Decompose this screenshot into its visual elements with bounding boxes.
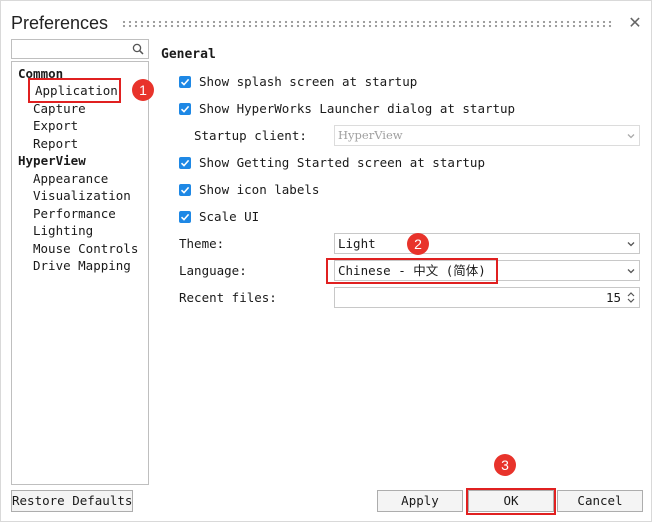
checkbox-checked-icon[interactable] (179, 184, 191, 196)
tree-item-visualization[interactable]: Visualization (33, 187, 131, 204)
annotation-box-application (28, 78, 121, 103)
spin-arrows-icon[interactable] (626, 290, 636, 305)
category-tree[interactable]: Common Application Capture Export Report… (11, 61, 149, 485)
checkbox-checked-icon[interactable] (179, 157, 191, 169)
title-bar[interactable]: Preferences ✕ (1, 1, 651, 41)
chevron-down-icon (627, 242, 635, 247)
tree-item-mouse-controls[interactable]: Mouse Controls (33, 240, 138, 257)
restore-defaults-button[interactable]: Restore Defaults (11, 490, 133, 512)
chevron-down-icon (627, 134, 635, 139)
annotation-badge-2: 2 (407, 233, 429, 255)
recent-files-label: Recent files: (179, 290, 277, 305)
theme-value: Light (338, 236, 376, 251)
language-label: Language: (179, 263, 247, 278)
check-label: Show splash screen at startup (199, 74, 418, 89)
search-icon[interactable] (131, 42, 145, 56)
apply-button[interactable]: Apply (377, 490, 463, 512)
startup-client-label: Startup client: (194, 128, 307, 143)
tree-group-hyperview[interactable]: HyperView (18, 152, 86, 169)
tree-item-drive-mapping[interactable]: Drive Mapping (33, 257, 131, 274)
startup-client-value: HyperView (338, 128, 403, 142)
annotation-badge-1: 1 (132, 79, 154, 101)
tree-item-export[interactable]: Export (33, 117, 78, 134)
recent-files-value: 15 (605, 290, 621, 305)
checkbox-checked-icon[interactable] (179, 76, 191, 88)
check-label: Scale UI (199, 209, 260, 224)
check-label: Show HyperWorks Launcher dialog at start… (199, 101, 516, 116)
chevron-down-icon (627, 269, 635, 274)
section-title-general: General (161, 47, 216, 62)
close-icon[interactable]: ✕ (625, 13, 645, 33)
cancel-button[interactable]: Cancel (557, 490, 643, 512)
tree-item-lighting[interactable]: Lighting (33, 222, 93, 239)
theme-label: Theme: (179, 236, 225, 251)
dialog-title: Preferences (11, 13, 109, 33)
annotation-badge-3: 3 (494, 454, 516, 476)
tree-item-report[interactable]: Report (33, 135, 78, 152)
search-input[interactable] (14, 41, 126, 57)
annotation-box-language (326, 258, 498, 284)
tree-item-appearance[interactable]: Appearance (33, 170, 108, 187)
startup-client-select: HyperView (334, 125, 640, 146)
search-field[interactable] (11, 39, 149, 59)
checkbox-checked-icon[interactable] (179, 103, 191, 115)
tree-item-performance[interactable]: Performance (33, 205, 116, 222)
check-label: Show Getting Started screen at startup (199, 155, 485, 170)
recent-files-spinbox[interactable]: 15 (334, 287, 640, 308)
drag-grip[interactable] (121, 20, 613, 28)
annotation-box-ok (466, 488, 556, 515)
check-label: Show icon labels (199, 182, 320, 197)
preferences-dialog: Preferences ✕ Common Application Capture… (0, 0, 652, 522)
checkbox-checked-icon[interactable] (179, 211, 191, 223)
theme-select[interactable]: Light (334, 233, 640, 254)
